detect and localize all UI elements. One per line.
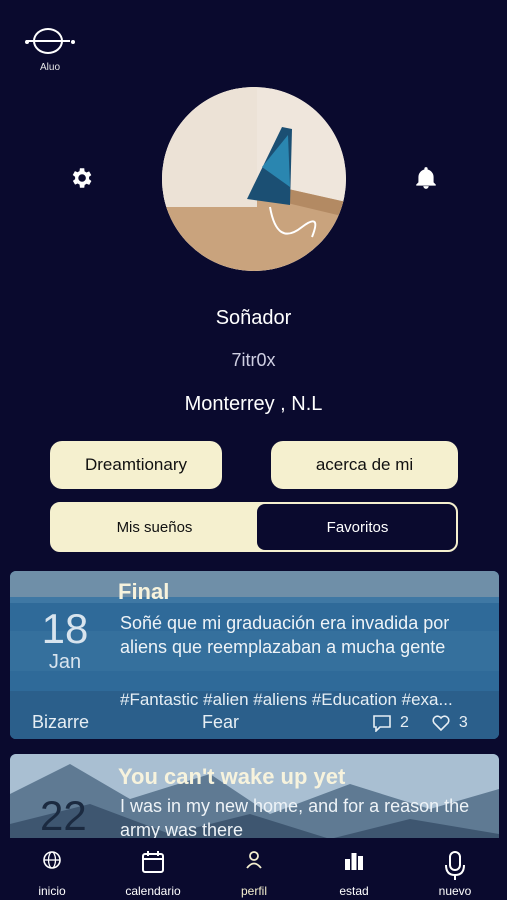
nav-estad[interactable]: estad: [304, 838, 404, 900]
heart-icon[interactable]: [431, 714, 451, 732]
dream-text: Soñé que mi graduación era invadida por …: [120, 613, 450, 657]
tab-favorites[interactable]: Favoritos: [257, 504, 456, 550]
calendar-icon: [142, 851, 164, 873]
nav-perfil[interactable]: perfil: [204, 838, 304, 900]
gear-icon[interactable]: [68, 165, 94, 191]
app-logo[interactable]: Aluo: [22, 26, 78, 76]
globe-icon: [43, 851, 61, 869]
nav-label: inicio: [38, 884, 66, 898]
dream-day: 18: [41, 605, 89, 652]
dream-tags: #Fantastic #alien #aliens #Education #ex…: [120, 690, 453, 709]
tab-my-dreams[interactable]: Mis sueños: [52, 504, 257, 550]
dream-tabs: Mis sueños Favoritos: [50, 502, 458, 552]
nav-label: perfil: [240, 884, 267, 898]
about-me-button[interactable]: acerca de mi: [271, 441, 458, 489]
logo-dot-right: [71, 40, 75, 44]
profile-location: Monterrey , N.L: [184, 393, 323, 415]
nav-label: calendario: [125, 884, 181, 898]
nav-inicio[interactable]: inicio: [2, 838, 102, 900]
like-count: 3: [458, 714, 468, 731]
nav-calendario[interactable]: calendario: [103, 838, 203, 900]
dream-text: I was in my new home, and for a reason t…: [120, 796, 470, 840]
dream-day: 22: [40, 792, 87, 839]
nav-label: nuevo: [438, 884, 472, 898]
comment-icon[interactable]: [372, 714, 392, 732]
dream-stats: 2 3: [372, 714, 468, 732]
dream-month: Jan: [48, 651, 82, 673]
nav-nuevo[interactable]: nuevo: [405, 838, 505, 900]
dream-date: 18 Jan: [32, 607, 98, 674]
planet-icon: [26, 28, 70, 54]
avatar[interactable]: [162, 87, 346, 271]
dreamtionary-button[interactable]: Dreamtionary: [50, 441, 222, 489]
bar-chart-icon: [345, 853, 363, 870]
microphone-icon: [445, 851, 465, 880]
profile-username: Soñador: [215, 307, 292, 329]
comment-count: 2: [400, 714, 409, 731]
dream-card[interactable]: 18 Jan Final Soñé que mi graduación era …: [10, 571, 499, 739]
profile-handle: 7itr0x: [231, 350, 276, 370]
dream-emotion: Fear: [202, 712, 240, 732]
dream-title: Final: [118, 579, 170, 604]
logo-label: Aluo: [40, 62, 61, 73]
person-icon: [246, 851, 262, 869]
dream-title: You can't wake up yet: [118, 764, 346, 789]
avatar-photo: [162, 87, 346, 271]
dream-category: Bizarre: [32, 712, 90, 732]
nav-label: estad: [339, 884, 369, 898]
bottom-navigation: inicio calendario perfil estad nuevo: [0, 838, 507, 900]
bell-icon[interactable]: [413, 165, 439, 191]
